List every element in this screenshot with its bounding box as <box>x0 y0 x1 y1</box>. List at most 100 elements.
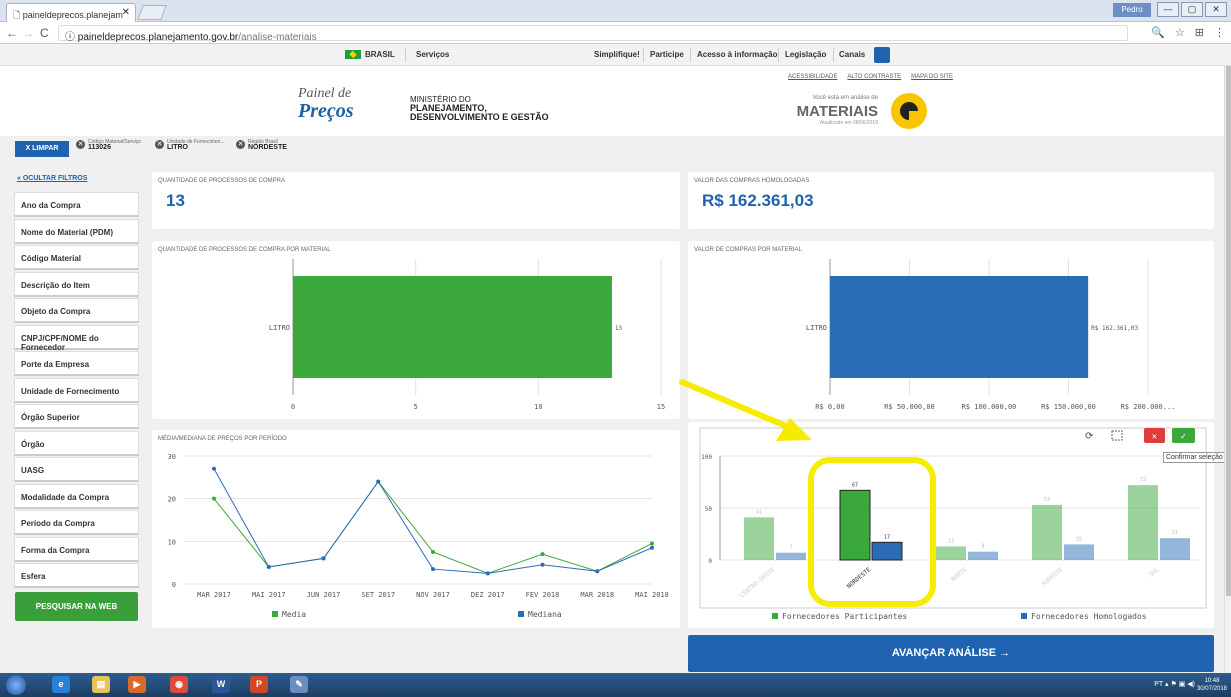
filter-button[interactable]: Órgão Superior <box>14 404 139 429</box>
filter-button[interactable]: Unidade de Fornecimento <box>14 377 139 403</box>
x-tick-label: MAR 2018 <box>580 591 614 599</box>
remove-filter-icon[interactable]: ✕ <box>76 140 85 149</box>
media-mediana-chart[interactable]: 0 10 20 30 MAR 2017 MAI 2017 JUN 2017 SET 2017 N… <box>152 430 680 628</box>
legend-swatch <box>272 611 278 617</box>
pie-chart-icon <box>891 93 927 129</box>
series-line-mediana <box>213 468 653 574</box>
chart-card-fornecedores: 0 50 100 41 7 CENTRO-OESTE 67 17 NORDESTE 13 8 NORT… <box>688 422 1214 628</box>
search-web-button[interactable]: PESQUISAR NA WEB <box>15 592 138 621</box>
link-alto-contraste[interactable]: ALTO CONTRASTE <box>847 74 901 80</box>
bar <box>1160 538 1190 560</box>
filter-button[interactable]: Ano da Compra <box>14 192 139 217</box>
data-point <box>431 567 435 572</box>
remove-filter-icon[interactable]: ✕ <box>155 140 164 149</box>
minimize-button[interactable]: — <box>1157 2 1179 17</box>
data-label: 15 <box>1076 536 1082 542</box>
logo-line-2[interactable]: Preços <box>298 100 354 123</box>
data-point <box>540 552 545 557</box>
start-button[interactable] <box>6 675 26 695</box>
legend-swatch <box>772 613 778 619</box>
maximize-button[interactable]: ▢ <box>1181 2 1203 17</box>
windows-taskbar: e ▤ ▶ ◉ W P ✎ PT ▴ ⚑ ▣ ◀) 10:48 30/07/201… <box>0 673 1231 697</box>
x-tick-label: R$ 50.000,00 <box>884 403 935 411</box>
remove-filter-icon[interactable]: ✕ <box>236 140 245 149</box>
select-box-icon[interactable] <box>1111 430 1123 441</box>
gov-link-canais[interactable]: Canais <box>839 50 865 59</box>
value-label: 13 <box>615 325 623 332</box>
browser-tab-bar: 🗋 paineldeprecos.planejam ✕ Pedro — ▢ ✕ <box>0 0 1231 22</box>
valor-material-chart[interactable]: R$ 0,00 R$ 50.000,00 R$ 100.000,00 R$ 150.0… <box>688 241 1214 419</box>
gov-link-simplifique[interactable]: Simplifique! <box>594 50 640 59</box>
category-label: SUDESTE <box>1040 566 1064 588</box>
filter-button[interactable]: Porte da Empresa <box>14 351 139 376</box>
filter-button[interactable]: Modalidade da Compra <box>14 483 139 509</box>
lasso-icon[interactable]: ⟳ <box>1085 431 1094 442</box>
servicos-link[interactable]: Serviços <box>416 50 449 59</box>
page-scrollbar[interactable] <box>1224 66 1231 673</box>
link-acessibilidade[interactable]: ACESSIBILIDADE <box>788 74 837 80</box>
folder-icon[interactable]: ▤ <box>92 676 110 693</box>
filter-button[interactable]: Período da Compra <box>14 510 139 535</box>
data-point <box>650 541 654 546</box>
link-mapa-do-site[interactable]: MAPA DO SITE <box>911 74 953 80</box>
chrome-icon[interactable]: ◉ <box>170 676 188 693</box>
close-window-button[interactable]: ✕ <box>1205 2 1227 17</box>
menu-icon[interactable]: ⋮ <box>1214 26 1225 39</box>
browser-tab[interactable]: 🗋 paineldeprecos.planejam ✕ <box>6 3 136 22</box>
star-icon[interactable]: ☆ <box>1175 26 1185 39</box>
gov-link-acesso[interactable]: Acesso à informação <box>697 50 777 59</box>
new-tab-button[interactable] <box>137 5 167 20</box>
filter-button[interactable]: Órgão <box>14 430 139 456</box>
filter-button[interactable]: Objeto da Compra <box>14 298 139 323</box>
data-point <box>321 556 326 561</box>
clock[interactable]: 10:48 30/07/2018 <box>1197 677 1227 693</box>
x-tick-label: R$ 100.000,00 <box>962 403 1017 411</box>
bar <box>1128 485 1158 560</box>
gov-link-participe[interactable]: Participe <box>650 50 684 59</box>
forward-icon[interactable]: → <box>22 26 34 40</box>
filter-button[interactable]: UASG <box>14 457 139 482</box>
media-player-icon[interactable]: ▶ <box>128 676 146 693</box>
close-tab-icon[interactable]: ✕ <box>122 7 130 18</box>
page-icon: 🗋 <box>13 10 23 20</box>
word-icon[interactable]: W <box>212 676 230 693</box>
data-point <box>650 545 654 550</box>
profile-button[interactable]: Pedro <box>1113 3 1151 17</box>
x-tick-label: MAR 2017 <box>197 591 231 599</box>
data-point <box>212 466 216 471</box>
filter-button[interactable]: CNPJ/CPF/NOME do Fornecedor <box>14 324 139 352</box>
bar <box>1064 544 1094 560</box>
system-tray[interactable]: PT ▴ ⚑ ▣ ◀) <box>1154 680 1195 688</box>
url-input[interactable]: ⓘ paineldeprecos.planejamento.gov.br/ana… <box>58 25 1128 43</box>
filter-button[interactable]: Esfera <box>14 563 139 588</box>
chart-card-valor-material: VALOR DE COMPRAS POR MATERIAL R$ 0,00 R$ … <box>688 241 1214 419</box>
gov-link-legislacao[interactable]: Legislação <box>785 50 826 59</box>
zoom-icon[interactable]: 🔍 <box>1151 26 1165 39</box>
data-label: 21 <box>1172 530 1178 536</box>
hide-filters-link[interactable]: « OCULTAR FILTROS <box>17 175 87 182</box>
accessibility-icon[interactable] <box>874 47 890 63</box>
paint-icon[interactable]: ✎ <box>290 676 308 693</box>
legend-label: Media <box>282 610 306 619</box>
category-label: NORTE <box>950 566 969 583</box>
brasil-link[interactable]: BRASIL <box>345 50 395 60</box>
filter-button[interactable]: Código Material <box>14 245 139 270</box>
ministry-name: MINISTÉRIO DO PLANEJAMENTO, DESENVOLVIME… <box>410 95 549 122</box>
filter-button[interactable]: Nome do Material (PDM) <box>14 218 139 244</box>
back-icon[interactable]: ← <box>6 26 18 40</box>
advance-analysis-button[interactable]: AVANÇAR ANÁLISE → <box>688 635 1214 672</box>
powerpoint-icon[interactable]: P <box>250 676 268 693</box>
clear-filters-button[interactable]: X LIMPAR <box>15 141 69 157</box>
fornecedores-chart[interactable]: 050100417CENTRO-OESTE6717NORDESTE138NORT… <box>688 422 1214 628</box>
qtd-material-chart[interactable]: 0 5 10 15 LITRO 13 <box>152 241 680 419</box>
x-tick-label: 5 <box>414 403 418 411</box>
filter-button[interactable]: Descrição do Item <box>14 271 139 297</box>
ie-icon[interactable]: e <box>52 676 70 693</box>
filter-button[interactable]: Forma da Compra <box>14 536 139 562</box>
extension-icon[interactable]: ⊞ <box>1195 26 1204 39</box>
reload-icon[interactable]: C <box>40 26 49 40</box>
y-tick-label: 0 <box>708 558 712 565</box>
bar <box>936 546 966 560</box>
data-label: 41 <box>756 509 762 515</box>
address-bar-row: ← → C ⓘ paineldeprecos.planejamento.gov.… <box>0 22 1231 44</box>
